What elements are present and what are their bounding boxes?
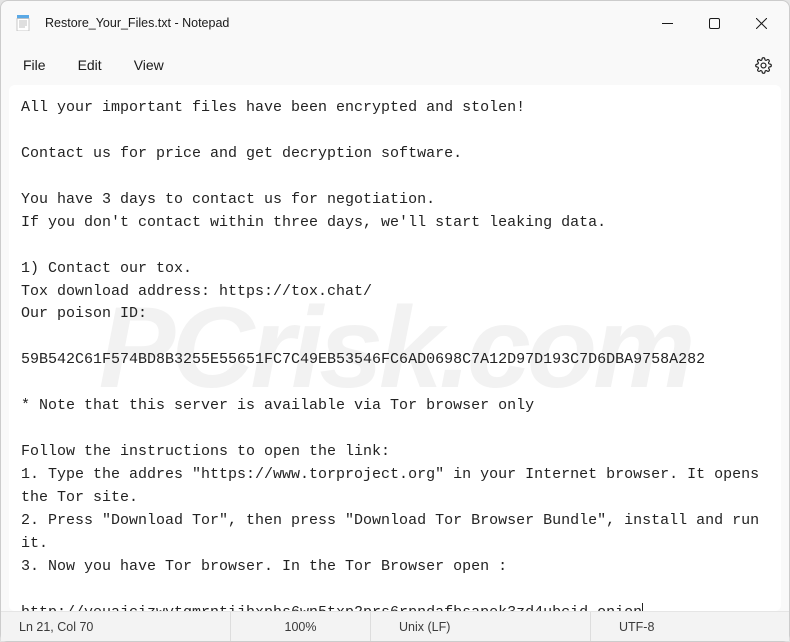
menu-edit[interactable]: Edit xyxy=(64,51,116,79)
menu-bar: File Edit View xyxy=(1,45,789,85)
minimize-button[interactable] xyxy=(644,1,691,45)
window-controls xyxy=(644,1,785,45)
settings-button[interactable] xyxy=(745,47,781,83)
notepad-icon xyxy=(15,15,31,31)
status-zoom: 100% xyxy=(231,612,371,641)
status-bar: Ln 21, Col 70 100% Unix (LF) UTF-8 xyxy=(1,611,789,641)
notepad-window: Restore_Your_Files.txt - Notepad File Ed… xyxy=(0,0,790,642)
close-button[interactable] xyxy=(738,1,785,45)
status-eol: Unix (LF) xyxy=(371,612,591,641)
status-encoding: UTF-8 xyxy=(591,612,789,641)
text-caret xyxy=(642,603,643,611)
text-content[interactable]: All your important files have been encry… xyxy=(9,85,781,611)
gear-icon xyxy=(755,57,772,74)
maximize-button[interactable] xyxy=(691,1,738,45)
title-bar: Restore_Your_Files.txt - Notepad xyxy=(1,1,789,45)
menu-file[interactable]: File xyxy=(9,51,60,79)
document-text: All your important files have been encry… xyxy=(21,99,768,611)
editor-area[interactable]: PCrisk.com All your important files have… xyxy=(9,85,781,611)
status-position: Ln 21, Col 70 xyxy=(1,612,231,641)
menu-view[interactable]: View xyxy=(120,51,178,79)
window-title: Restore_Your_Files.txt - Notepad xyxy=(45,16,644,30)
